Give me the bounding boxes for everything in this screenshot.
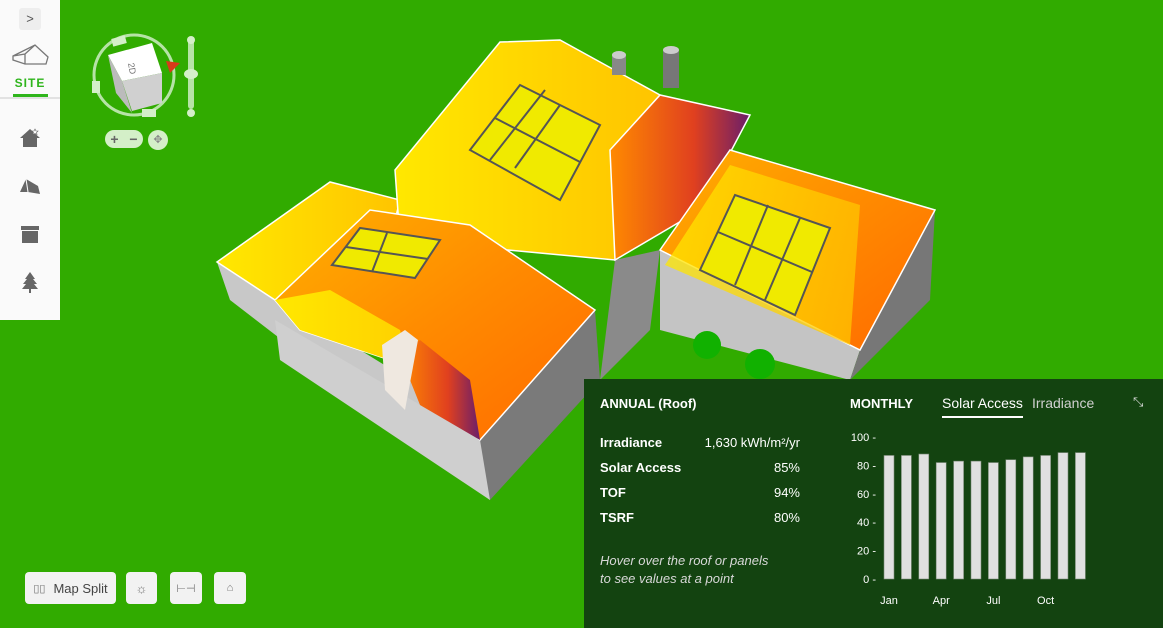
roof-measure-button[interactable]: ⌂ — [214, 572, 246, 604]
bar-feb[interactable] — [901, 455, 912, 580]
x-tick-label: Jan — [880, 595, 898, 607]
obstruction-icon[interactable] — [18, 222, 42, 246]
solar-results-panel: ANNUAL (Roof) Irradiance 1,630 kWh/m²/yr … — [584, 379, 1163, 628]
row-value: 80% — [773, 510, 800, 525]
y-tick-label: 40 - — [857, 517, 876, 529]
x-tick-label: Oct — [1037, 595, 1054, 607]
row-label: TOF — [600, 485, 626, 500]
measure-button[interactable]: ⊢⊣ — [170, 572, 202, 604]
y-tick-label: 20 - — [857, 546, 876, 558]
row-value: 85% — [773, 460, 800, 475]
hint-line: Hover over the roof or panels — [600, 553, 769, 568]
roof-measure-icon: ⌂ — [226, 582, 234, 594]
expand-sidebar-button[interactable]: > — [19, 8, 41, 30]
collapse-icon[interactable]: ⤡ — [1133, 394, 1143, 410]
bar-dec[interactable] — [1075, 452, 1086, 580]
tree-icon[interactable] — [18, 270, 42, 294]
y-tick-label: 60 - — [857, 489, 876, 501]
bar-aug[interactable] — [1005, 459, 1017, 580]
y-tick-label: 80 - — [857, 460, 876, 472]
row-label: Irradiance — [600, 435, 663, 450]
zoom-out-button[interactable]: − — [129, 131, 137, 147]
sun-horizon-icon: ☼ — [135, 580, 148, 596]
row-label: Solar Access — [600, 460, 682, 475]
sidebar: > SITE — [0, 0, 60, 320]
bar-jun[interactable] — [970, 460, 982, 580]
hint-line: to see values at a point — [600, 571, 734, 586]
tab-solar-access[interactable]: Solar Access — [942, 395, 1023, 418]
cube-2d-label[interactable]: 2D — [126, 62, 138, 76]
recenter-move-icon[interactable]: ✥ — [148, 130, 168, 150]
bar-jul[interactable] — [988, 462, 999, 580]
row-value: 94% — [773, 485, 800, 500]
bar-sep[interactable] — [1022, 456, 1034, 580]
monthly-title: MONTHLY — [850, 396, 914, 411]
tab-irradiance[interactable]: Irradiance — [1032, 395, 1094, 411]
view-navigator: 2D + − ✥ — [92, 33, 212, 158]
site-tab[interactable]: SITE — [0, 76, 60, 90]
x-tick-label: Jul — [986, 595, 1000, 607]
hover-hint: Hover over the roof or panels to see valu… — [600, 552, 768, 588]
bar-oct[interactable] — [1040, 455, 1051, 580]
bar-apr[interactable] — [935, 462, 947, 580]
monthly-chart: 0 - 20 - 40 - 60 - 80 - 100 - Jan Apr Jul Oct — [851, 432, 1086, 607]
x-tick-label: Apr — [933, 595, 950, 607]
bar-may[interactable] — [953, 460, 964, 580]
map-split-icon: ▯▯ — [33, 582, 46, 595]
bar-mar[interactable] — [918, 453, 930, 580]
row-value: 1,630 kWh/m²/yr — [704, 435, 800, 450]
row-label: TSRF — [600, 510, 634, 525]
site-house-icon[interactable] — [10, 40, 50, 70]
annual-title: ANNUAL (Roof) — [600, 396, 697, 411]
measure-icon: ⊢⊣ — [176, 582, 196, 595]
sun-button[interactable]: ☼ — [126, 572, 157, 604]
y-tick-label: 0 - — [863, 574, 876, 586]
zoom-in-button[interactable]: + — [110, 131, 118, 147]
map-split-button[interactable]: ▯▯ Map Split — [25, 572, 116, 604]
divider — [0, 97, 60, 99]
y-tick-label: 100 - — [851, 432, 876, 444]
map-split-label: Map Split — [53, 580, 108, 596]
bar-nov[interactable] — [1057, 452, 1069, 580]
home-star-icon[interactable] — [18, 126, 42, 150]
roof-icon[interactable] — [18, 174, 42, 198]
bar-jan[interactable] — [883, 455, 895, 580]
